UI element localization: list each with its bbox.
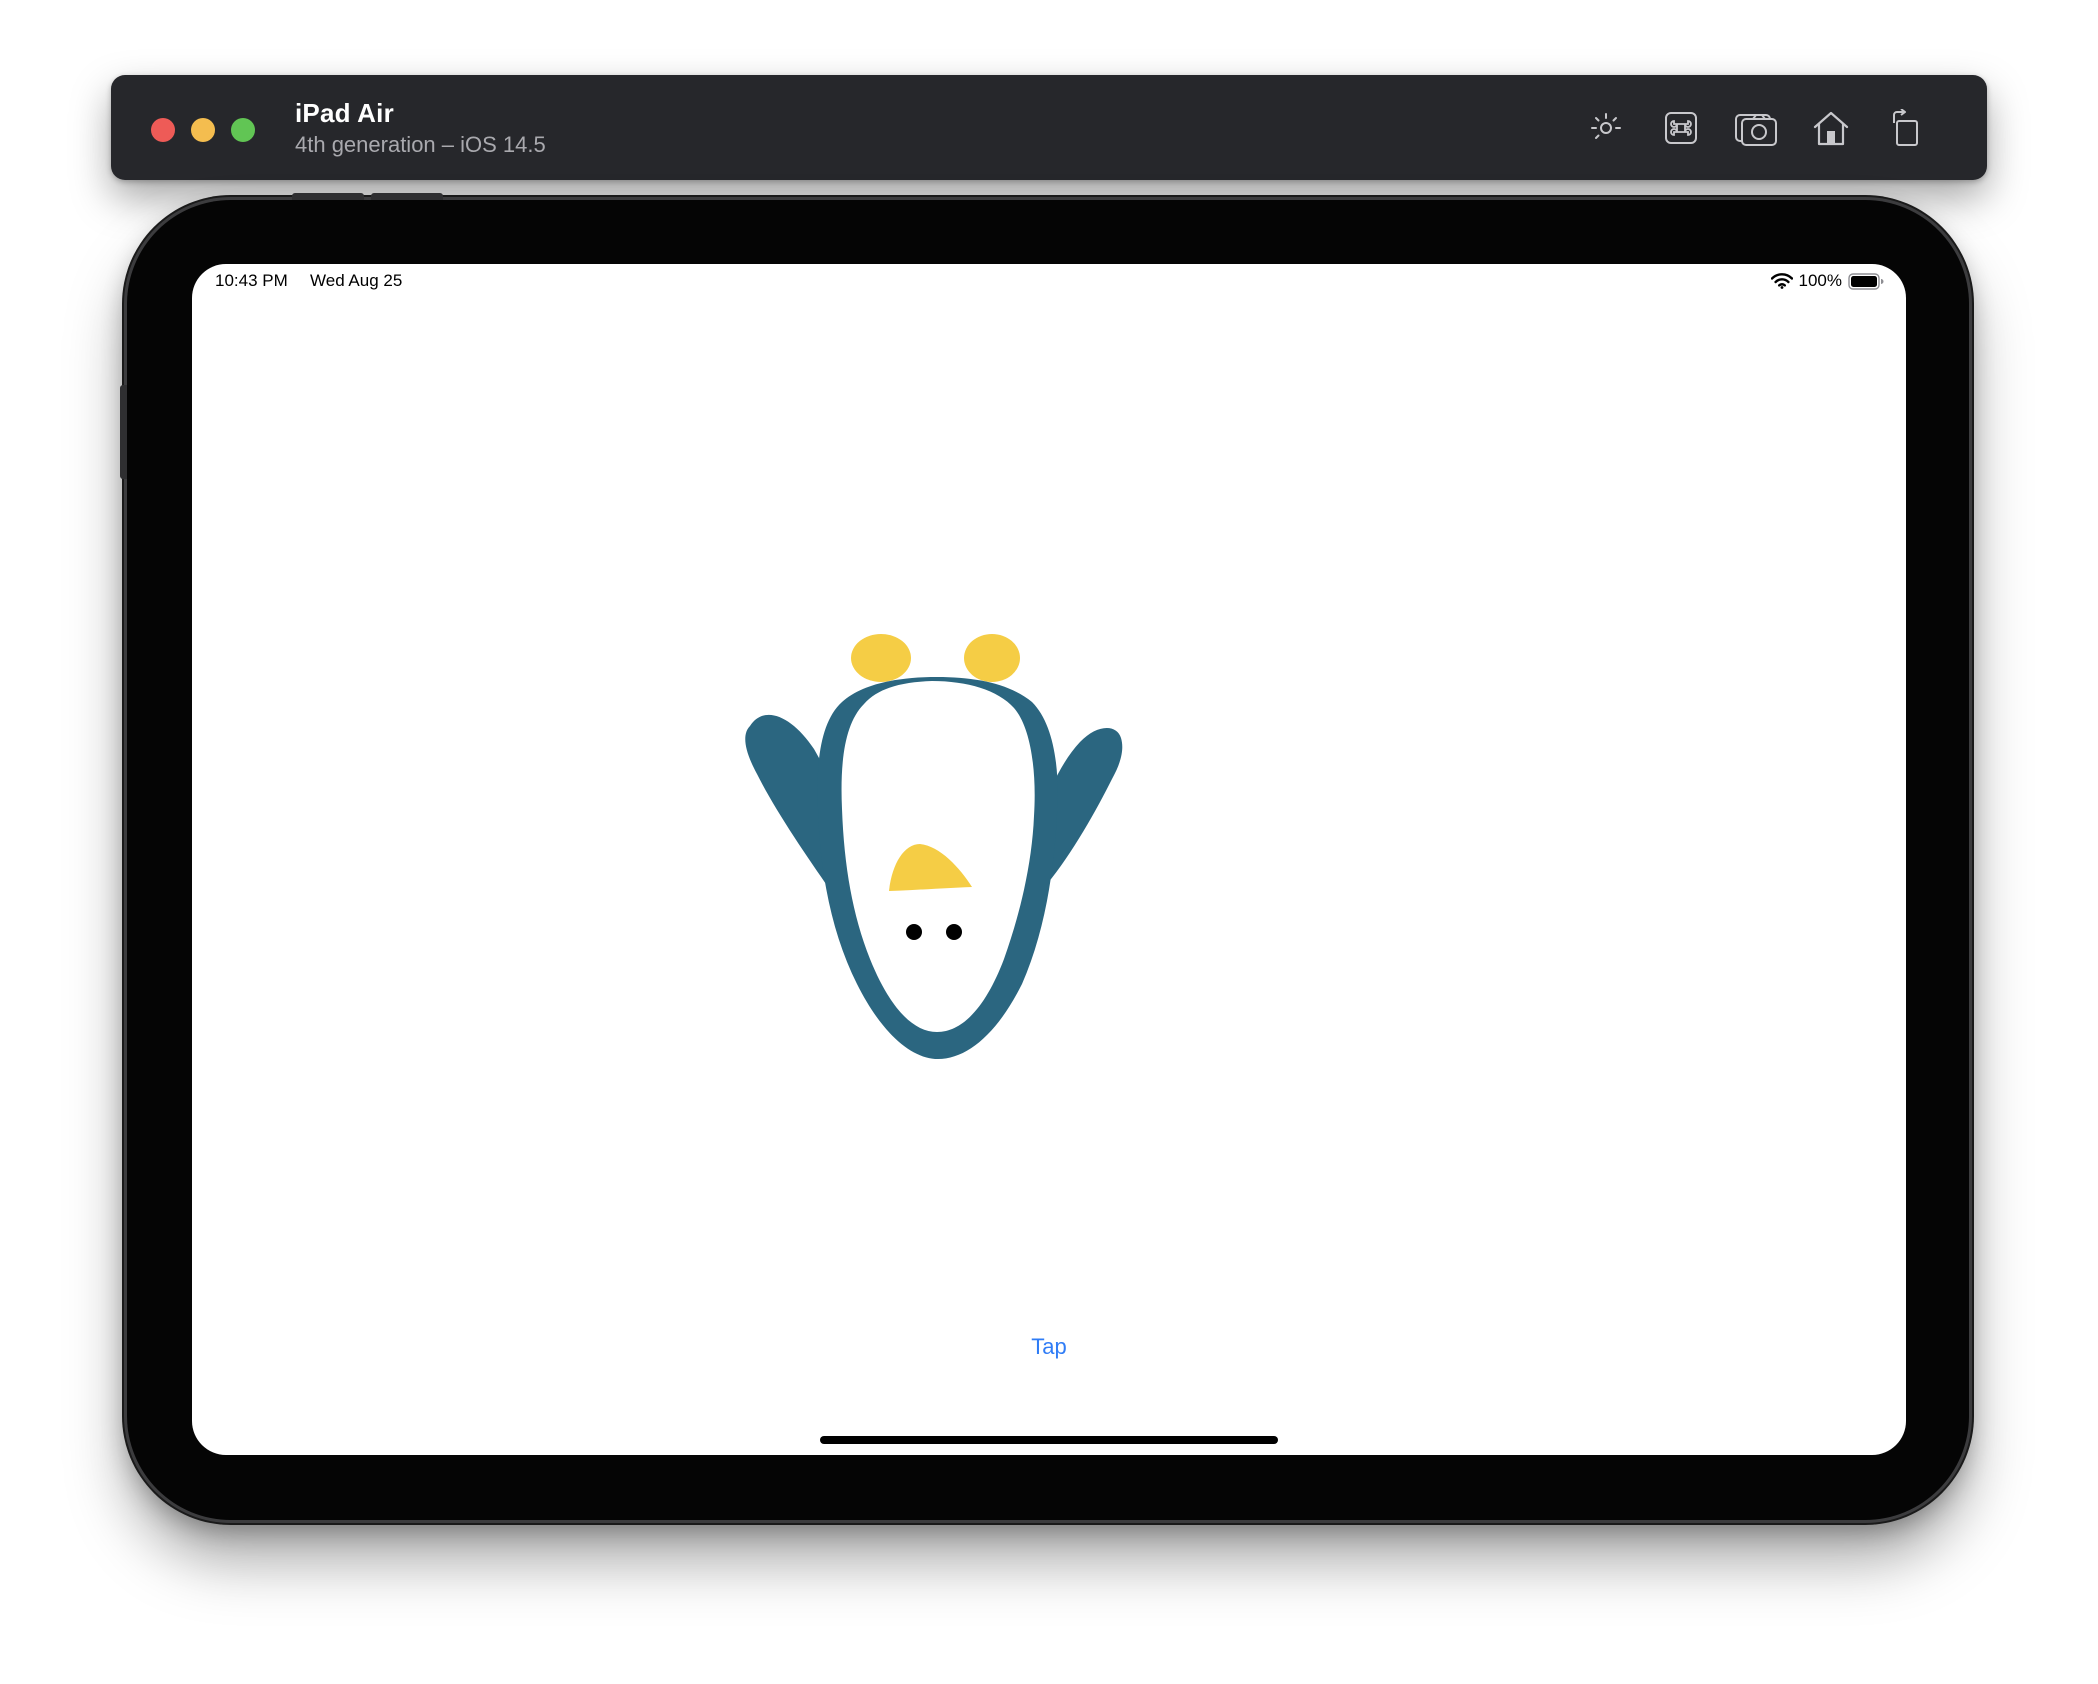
- tap-button[interactable]: Tap: [949, 1334, 1149, 1360]
- command-key-icon: [1665, 112, 1697, 144]
- home-icon: [1813, 111, 1849, 146]
- device-subtitle: 4th generation – iOS 14.5: [295, 132, 546, 157]
- simulator-window: iPad Air 4th generation – iOS 14.5 10:43…: [0, 0, 2098, 1684]
- rotate-icon: [1893, 109, 1918, 146]
- window-title: iPad Air 4th generation – iOS 14.5: [295, 97, 546, 159]
- screenshot-camera-icon: [1735, 114, 1777, 146]
- simulator-title-bar: iPad Air 4th generation – iOS 14.5: [111, 75, 1987, 180]
- penguin-illustration: [745, 634, 1123, 1059]
- window-minimize-button[interactable]: [191, 118, 215, 142]
- home-indicator[interactable]: [820, 1436, 1278, 1444]
- window-zoom-button[interactable]: [231, 118, 255, 142]
- brightness-icon: [1591, 113, 1621, 139]
- window-close-button[interactable]: [151, 118, 175, 142]
- simulator-toolbar: [1554, 105, 1929, 151]
- penguin-left-eye: [906, 924, 922, 940]
- penguin-right-foot: [964, 634, 1020, 682]
- screenshot-button[interactable]: [1733, 105, 1779, 151]
- ipad-screen: 10:43 PM Wed Aug 25 100% Tap: [192, 264, 1906, 1455]
- keyboard-shortcut-button[interactable]: [1658, 105, 1704, 151]
- brightness-button[interactable]: [1583, 105, 1629, 151]
- penguin-left-foot: [851, 634, 911, 682]
- rotate-button[interactable]: [1883, 105, 1929, 151]
- volume-down-hardware-button[interactable]: [371, 193, 443, 200]
- top-power-hardware-button[interactable]: [120, 385, 127, 479]
- device-name: iPad Air: [295, 98, 394, 128]
- volume-up-hardware-button[interactable]: [292, 193, 364, 200]
- penguin-right-eye: [946, 924, 962, 940]
- home-button[interactable]: [1808, 105, 1854, 151]
